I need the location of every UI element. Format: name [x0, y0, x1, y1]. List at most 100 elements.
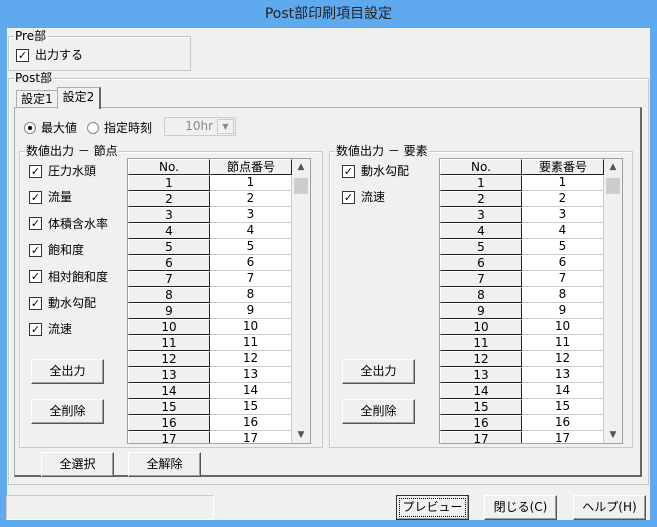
row-id-cell[interactable]: 9	[522, 303, 604, 319]
row-id-cell[interactable]: 15	[522, 399, 604, 415]
table-row[interactable]: 66	[440, 255, 622, 271]
row-id-cell[interactable]: 1	[210, 175, 292, 191]
row-id-cell[interactable]: 5	[210, 239, 292, 255]
row-id-cell[interactable]: 11	[210, 335, 292, 351]
table-row[interactable]: 99	[128, 303, 310, 319]
row-id-cell[interactable]: 13	[522, 367, 604, 383]
row-id-cell[interactable]: 2	[522, 191, 604, 207]
table-row[interactable]: 88	[440, 287, 622, 303]
row-id-cell[interactable]: 16	[210, 415, 292, 431]
table-row[interactable]: 15 15	[440, 399, 622, 415]
node-all-output-button[interactable]: 全出力	[31, 359, 104, 384]
table-row[interactable]: 15 15	[128, 399, 310, 415]
output-item-checkbox[interactable]: ✓ 動水勾配	[29, 296, 96, 310]
row-id-cell[interactable]: 6	[210, 255, 292, 271]
row-id-cell[interactable]: 15	[210, 399, 292, 415]
table-row[interactable]: 77	[440, 271, 622, 287]
row-id-cell[interactable]: 14	[522, 383, 604, 399]
row-id-cell[interactable]: 11	[522, 335, 604, 351]
output-item-checkbox[interactable]: ✓ 流速	[29, 322, 72, 336]
table-row[interactable]: 22	[128, 191, 310, 207]
table-row[interactable]: 11	[440, 175, 622, 191]
row-id-cell[interactable]: 16	[522, 415, 604, 431]
scroll-up-icon[interactable]: ▲	[292, 162, 310, 172]
table-row[interactable]: 16 16	[440, 415, 622, 431]
element-all-delete-button[interactable]: 全削除	[342, 399, 415, 424]
preview-button[interactable]: プレビュー	[396, 495, 469, 520]
row-id-cell[interactable]: 14	[210, 383, 292, 399]
tab-settings-1[interactable]: 設定1	[16, 90, 58, 108]
table-row[interactable]: 99	[440, 303, 622, 319]
column-header-no[interactable]: No.	[128, 159, 210, 175]
table-row[interactable]: 14 14	[440, 383, 622, 399]
column-header-no[interactable]: No.	[440, 159, 522, 175]
scroll-thumb[interactable]	[294, 178, 308, 194]
row-id-cell[interactable]: 4	[522, 223, 604, 239]
row-id-cell[interactable]: 8	[522, 287, 604, 303]
row-id-cell[interactable]: 7	[522, 271, 604, 287]
specified-time-radio[interactable]: 指定時刻	[87, 119, 152, 136]
table-row[interactable]: 66	[128, 255, 310, 271]
tab-settings-2[interactable]: 設定2	[57, 87, 101, 109]
table-row[interactable]: 33	[128, 207, 310, 223]
table-row[interactable]: 16 16	[128, 415, 310, 431]
row-id-cell[interactable]: 10	[522, 319, 604, 335]
output-item-checkbox[interactable]: ✓ 体積含水率	[29, 217, 108, 231]
table-row[interactable]: 13 13	[128, 367, 310, 383]
row-id-cell[interactable]: 10	[210, 319, 292, 335]
element-grid[interactable]: No. 要素番号 1 1 2 2 3 3 4 4 5 5 6 6 7 7 8 8 9 9 10 10 11 11 12 12 13 1…	[439, 158, 623, 444]
row-id-cell[interactable]: 4	[210, 223, 292, 239]
row-id-cell[interactable]: 17	[210, 431, 292, 443]
table-row[interactable]: 55	[440, 239, 622, 255]
scroll-thumb[interactable]	[606, 178, 620, 194]
table-row[interactable]: 17 17	[128, 431, 310, 443]
table-row[interactable]: 10 10	[128, 319, 310, 335]
select-all-button[interactable]: 全選択	[41, 452, 114, 477]
row-id-cell[interactable]: 7	[210, 271, 292, 287]
row-id-cell[interactable]: 2	[210, 191, 292, 207]
table-row[interactable]: 77	[128, 271, 310, 287]
table-row[interactable]: 11 11	[128, 335, 310, 351]
table-row[interactable]: 22	[440, 191, 622, 207]
close-button[interactable]: 閉じる(C)	[484, 495, 557, 520]
output-item-checkbox[interactable]: ✓ 流速	[342, 190, 385, 204]
row-id-cell[interactable]: 13	[210, 367, 292, 383]
output-item-checkbox[interactable]: ✓ 圧力水頭	[29, 164, 96, 178]
table-row[interactable]: 44	[128, 223, 310, 239]
table-row[interactable]: 13 13	[440, 367, 622, 383]
node-all-delete-button[interactable]: 全削除	[31, 399, 104, 424]
table-row[interactable]: 11 11	[440, 335, 622, 351]
time-select[interactable]: 10hr ▼	[164, 117, 236, 136]
row-id-cell[interactable]: 12	[210, 351, 292, 367]
column-header-id[interactable]: 要素番号	[522, 159, 604, 175]
row-id-cell[interactable]: 12	[522, 351, 604, 367]
output-item-checkbox[interactable]: ✓ 飽和度	[29, 243, 84, 257]
pre-output-checkbox[interactable]: ✓ 出力する	[16, 48, 83, 62]
table-row[interactable]: 17 17	[440, 431, 622, 443]
row-id-cell[interactable]: 6	[522, 255, 604, 271]
row-id-cell[interactable]: 3	[522, 207, 604, 223]
table-row[interactable]: 10 10	[440, 319, 622, 335]
scroll-down-icon[interactable]: ▼	[604, 430, 622, 440]
output-item-checkbox[interactable]: ✓ 流量	[29, 190, 72, 204]
scrollbar[interactable]: ▲ ▼	[604, 159, 622, 443]
row-id-cell[interactable]: 9	[210, 303, 292, 319]
table-row[interactable]: 88	[128, 287, 310, 303]
table-row[interactable]: 44	[440, 223, 622, 239]
row-id-cell[interactable]: 5	[522, 239, 604, 255]
row-id-cell[interactable]: 3	[210, 207, 292, 223]
table-row[interactable]: 11	[128, 175, 310, 191]
deselect-all-button[interactable]: 全解除	[128, 452, 201, 477]
help-button[interactable]: ヘルプ(H)	[573, 495, 646, 520]
max-value-radio[interactable]: 最大値	[24, 119, 77, 136]
table-row[interactable]: 12 12	[440, 351, 622, 367]
element-all-output-button[interactable]: 全出力	[342, 359, 415, 384]
table-row[interactable]: 55	[128, 239, 310, 255]
output-item-checkbox[interactable]: ✓ 相対飽和度	[29, 270, 108, 284]
scroll-down-icon[interactable]: ▼	[292, 430, 310, 440]
table-row[interactable]: 14 14	[128, 383, 310, 399]
row-id-cell[interactable]: 1	[522, 175, 604, 191]
table-row[interactable]: 12 12	[128, 351, 310, 367]
output-item-checkbox[interactable]: ✓ 動水勾配	[342, 164, 409, 178]
column-header-id[interactable]: 節点番号	[210, 159, 292, 175]
